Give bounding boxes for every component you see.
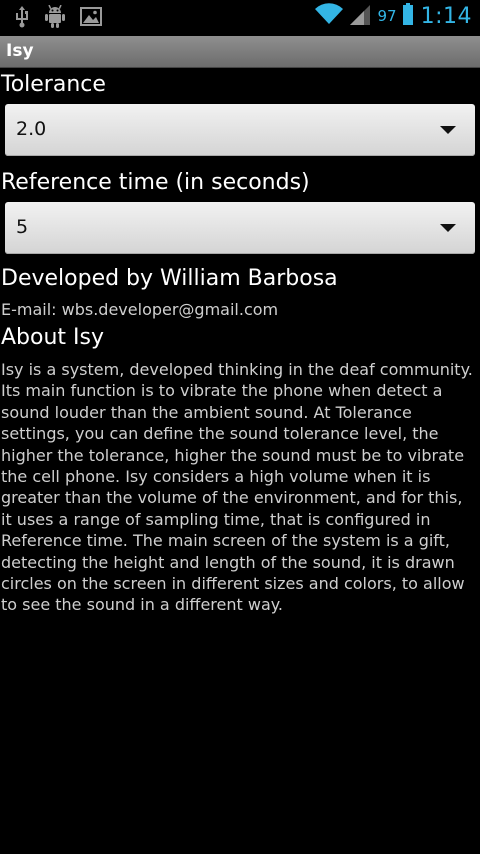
system-icons: 97 1:14 (314, 2, 473, 30)
reference-time-label: Reference time (in seconds) (1, 170, 310, 195)
android-debug-icon (44, 4, 66, 33)
battery-level: 97 (377, 7, 397, 25)
gallery-icon (80, 7, 102, 31)
tolerance-label: Tolerance (1, 72, 106, 97)
notification-icons (14, 4, 102, 33)
signal-icon (349, 3, 370, 29)
reference-time-value: 5 (16, 216, 29, 238)
dropdown-arrow-icon (440, 126, 456, 134)
developer-email: E-mail: wbs.developer@gmail.com (1, 300, 279, 319)
status-clock: 1:14 (420, 3, 472, 29)
reference-time-spinner[interactable]: 5 (5, 202, 475, 254)
usb-icon (14, 6, 30, 32)
battery-icon (402, 3, 413, 29)
app-title: Isy (6, 41, 34, 61)
status-bar: 97 1:14 (0, 0, 480, 33)
about-heading: About Isy (1, 325, 105, 350)
dropdown-arrow-icon (440, 224, 456, 232)
about-description: Isy is a system, developed thinking in t… (1, 360, 473, 615)
tolerance-value: 2.0 (16, 118, 47, 140)
action-bar: Isy (0, 36, 480, 68)
developer-credit: Developed by William Barbosa (1, 266, 338, 291)
wifi-icon (314, 2, 344, 30)
tolerance-spinner[interactable]: 2.0 (5, 104, 475, 156)
